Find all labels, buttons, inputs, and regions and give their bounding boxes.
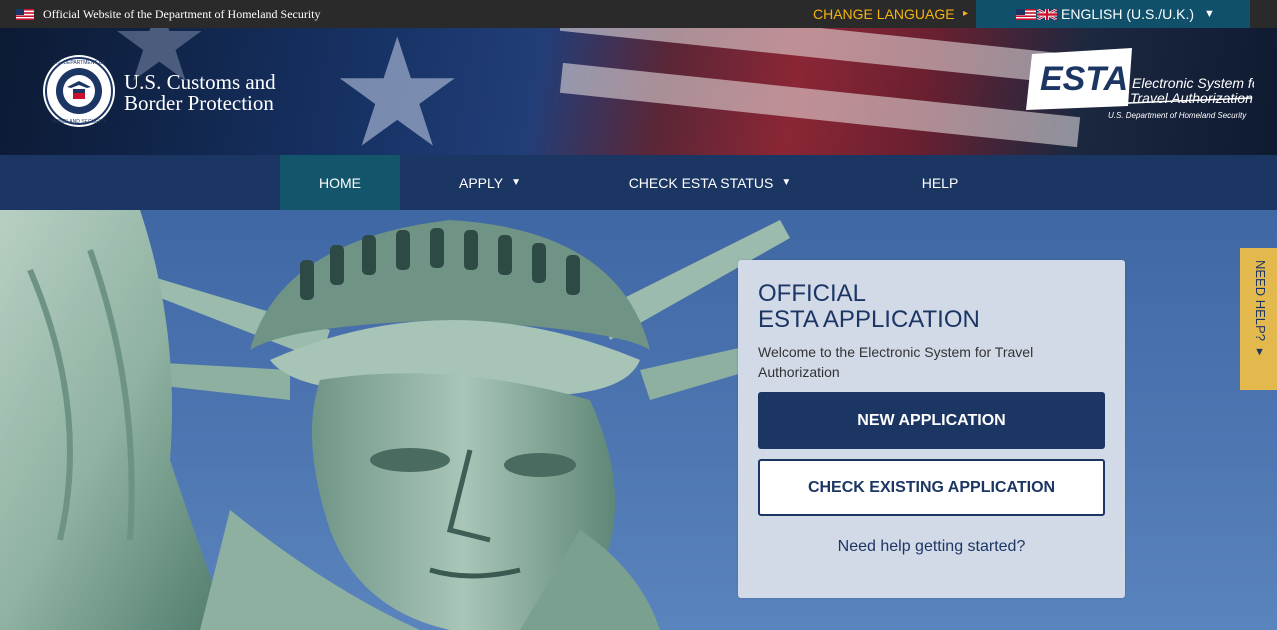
uk-flag-icon xyxy=(1037,9,1057,20)
caret-right-icon: ▸ xyxy=(963,8,969,19)
flag-star-decoration: ★ xyxy=(330,28,465,155)
esta-desc-line2: Travel Authorization xyxy=(1130,90,1253,106)
welcome-text: Welcome to the Electronic System for Tra… xyxy=(758,344,1034,380)
change-language-link[interactable]: CHANGE LANGUAGE xyxy=(813,6,955,22)
nav-help-label: HELP xyxy=(921,174,959,191)
language-selector[interactable]: ENGLISH (U.S./U.K.) ▼ xyxy=(976,0,1250,28)
official-website-text: Official Website of the Department of Ho… xyxy=(43,7,321,21)
seal-text-bottom: HOMELAND SECURITY xyxy=(51,119,107,125)
dhs-seal-icon[interactable]: U.S. DEPARTMENT OF HOMELAND SECURITY xyxy=(42,54,116,128)
esta-logo-icon[interactable]: ESTA Electronic System for Travel Author… xyxy=(1024,48,1254,124)
check-existing-application-button[interactable]: CHECK EXISTING APPLICATION xyxy=(758,459,1105,516)
nav-check-esta-status[interactable]: CHECK ESTA STATUS ▼ xyxy=(580,155,840,210)
nav-check-status-label: CHECK ESTA STATUS xyxy=(628,174,774,191)
us-flag-icon xyxy=(1016,9,1036,20)
language-selected-label: ENGLISH (U.S./U.K.) xyxy=(1061,6,1195,22)
agency-name-line1: U.S. Customs and xyxy=(124,70,276,94)
esta-desc-line1: Electronic System for xyxy=(1132,75,1254,91)
seal-text-top: U.S. DEPARTMENT OF xyxy=(52,60,105,66)
site-header: ★ ★ U.S. DEPARTMENT OF HOMELAND SECURITY… xyxy=(0,28,1277,155)
help-getting-started-link[interactable]: Need help getting started? xyxy=(738,538,1125,556)
utility-bar: Official Website of the Department of Ho… xyxy=(0,0,1277,28)
new-application-button[interactable]: NEW APPLICATION xyxy=(758,392,1105,449)
need-help-tab[interactable]: NEED HELP? ▾ xyxy=(1240,248,1277,390)
agency-name[interactable]: U.S. Customs and Border Protection xyxy=(124,72,276,114)
nav-help[interactable]: HELP xyxy=(840,155,1040,210)
nav-home-label: HOME xyxy=(319,174,361,191)
caret-down-icon: ▼ xyxy=(781,177,792,188)
agency-name-line2: Border Protection xyxy=(124,91,274,115)
need-help-label: NEED HELP? ▾ xyxy=(1253,260,1268,360)
nav-apply[interactable]: APPLY ▼ xyxy=(400,155,580,210)
esta-wordmark: ESTA xyxy=(1040,60,1128,98)
application-panel: OFFICIAL ESTA APPLICATION Welcome to the… xyxy=(738,260,1125,598)
panel-title-line2: ESTA APPLICATION xyxy=(758,306,980,333)
us-flag-icon xyxy=(16,9,34,20)
nav-apply-label: APPLY xyxy=(458,174,504,191)
caret-down-icon: ▼ xyxy=(511,177,521,188)
esta-dept-text: U.S. Department of Homeland Security xyxy=(1108,111,1247,120)
caret-down-icon: ▼ xyxy=(1204,8,1215,20)
panel-title-line1: OFFICIAL xyxy=(758,280,867,307)
main-nav: HOME APPLY ▼ CHECK ESTA STATUS ▼ HELP xyxy=(0,155,1277,210)
nav-home[interactable]: HOME xyxy=(280,155,400,210)
